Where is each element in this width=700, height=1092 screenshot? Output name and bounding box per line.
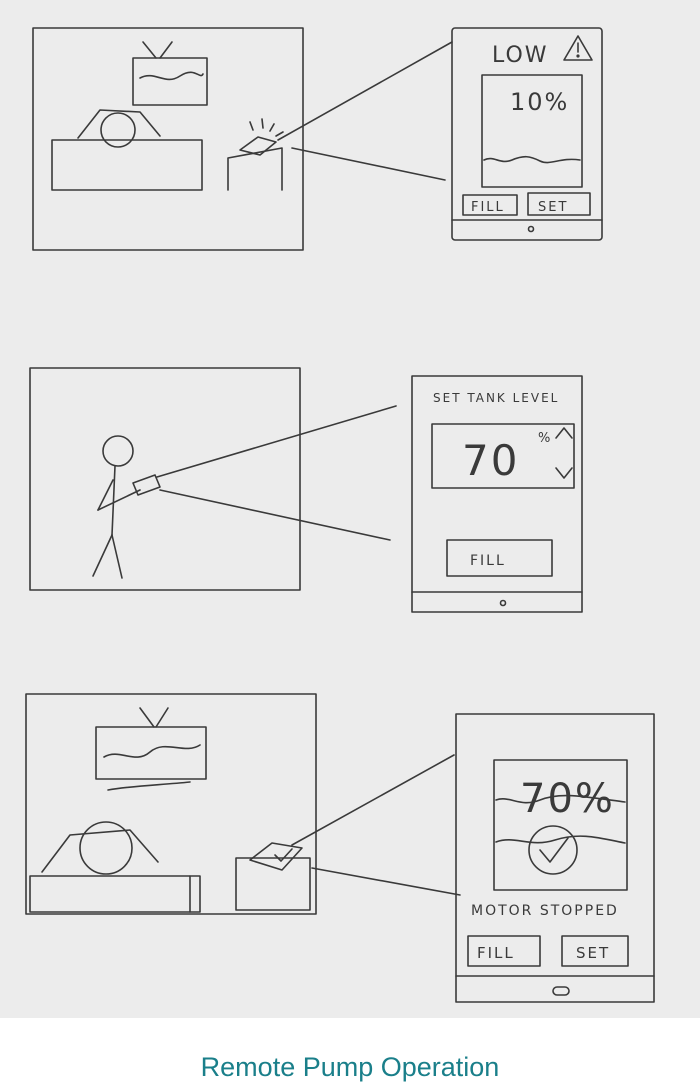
set-button-label: SET bbox=[538, 200, 568, 215]
set-button-label: SET bbox=[576, 944, 610, 962]
zoom-line bbox=[311, 867, 461, 896]
water-wave bbox=[483, 155, 581, 164]
low-status-label: LOW bbox=[492, 43, 549, 68]
water-wave bbox=[495, 835, 626, 844]
storyboard-scene-2: SET TANK LEVEL 70 % FILL bbox=[29, 367, 583, 613]
zoom-line bbox=[156, 405, 397, 478]
fill-button-label: FILL bbox=[470, 553, 506, 569]
warning-icon bbox=[563, 35, 593, 61]
motor-status-label: MOTOR STOPPED bbox=[471, 903, 619, 919]
zoom-line bbox=[291, 147, 446, 181]
home-button-icon bbox=[527, 225, 535, 233]
set-tank-level-title: SET TANK LEVEL bbox=[433, 391, 559, 405]
phone-screen-3: 70% MOTOR STOPPED FILL SET bbox=[455, 713, 655, 1003]
tank-level-setpoint: 70 bbox=[462, 436, 519, 485]
scene-2-frame bbox=[29, 367, 301, 591]
tank-level-value: 10% bbox=[510, 88, 569, 116]
tank-level-value: 70% bbox=[520, 776, 615, 822]
tv-icon bbox=[95, 707, 207, 791]
zoom-line bbox=[159, 489, 391, 541]
phone-screen-1: LOW 10% FILL SET bbox=[451, 27, 603, 241]
phone-screen-2: SET TANK LEVEL 70 % FILL bbox=[411, 375, 583, 613]
home-button-icon bbox=[499, 599, 507, 607]
storyboard-scene-1: LOW 10% FILL SET bbox=[32, 27, 603, 251]
bedside-phone-icon bbox=[227, 118, 284, 191]
standing-person-icon bbox=[92, 435, 161, 579]
sleeping-person-icon bbox=[29, 821, 201, 913]
decrease-chevron-icon[interactable] bbox=[555, 467, 573, 479]
storyboard-scene-3: 70% MOTOR STOPPED FILL SET bbox=[25, 693, 655, 1003]
fill-button-label: FILL bbox=[477, 944, 515, 962]
increase-chevron-icon[interactable] bbox=[555, 427, 573, 439]
bedside-phone-icon bbox=[235, 842, 311, 911]
page-caption: Remote Pump Operation bbox=[200, 1052, 500, 1082]
storyboard-sketch: LOW 10% FILL SET SET TANK LEVEL 70 % FIL… bbox=[25, 27, 655, 1003]
handheld-phone-icon bbox=[132, 474, 161, 496]
zoom-line bbox=[277, 41, 453, 141]
home-button-icon bbox=[552, 986, 570, 996]
tank-level-unit: % bbox=[538, 431, 552, 446]
tv-icon bbox=[132, 41, 208, 106]
fill-button-label: FILL bbox=[471, 200, 505, 215]
sleeping-person-icon bbox=[51, 109, 203, 191]
check-circle-icon bbox=[528, 825, 578, 875]
